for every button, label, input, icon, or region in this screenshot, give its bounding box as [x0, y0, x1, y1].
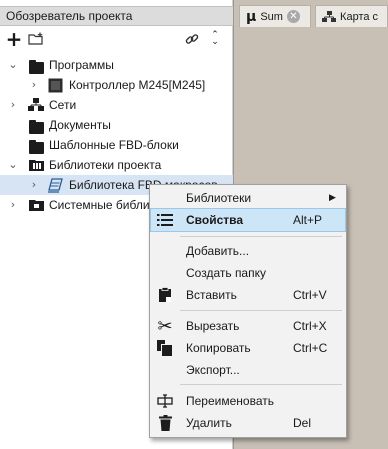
menu-item-copy[interactable]: Копировать Ctrl+C	[151, 337, 345, 359]
tab-map[interactable]: Карта с	[315, 5, 388, 27]
menu-item-label: Удалить	[186, 416, 232, 430]
tree-item-label: Контроллер M245[M245]	[69, 78, 206, 92]
submenu-arrow-icon: ▶	[329, 193, 336, 203]
sort-icon[interactable]: ⌃ ⌄	[208, 30, 222, 48]
tree-item-project-libraries[interactable]: ⌄ Библиотеки проекта	[0, 155, 233, 175]
menu-item-shortcut: Ctrl+C	[293, 341, 328, 355]
tab-label: Sum	[260, 10, 283, 23]
menu-item-add[interactable]: Добавить...	[151, 240, 345, 262]
tab-label: Карта с	[340, 10, 379, 23]
tree-item-fbd-templates[interactable]: Шаблонные FBD-блоки	[0, 135, 233, 155]
chevron-down-icon[interactable]: ⌄	[8, 59, 18, 70]
paste-icon	[156, 286, 174, 304]
menu-item-label: Вставить	[186, 288, 237, 302]
folder-icon	[29, 140, 45, 154]
menu-item-shortcut: Del	[293, 416, 312, 430]
chevron-right-icon[interactable]: ›	[8, 199, 18, 210]
network-icon	[322, 10, 337, 22]
cut-icon: ✂	[157, 315, 173, 337]
tree-item-label: Шаблонные FBD-блоки	[49, 138, 179, 152]
menu-item-label: Переименовать	[186, 394, 274, 408]
close-icon[interactable]: ✕	[286, 10, 300, 23]
delete-icon	[156, 414, 174, 432]
tree-item-programs[interactable]: ⌄ Программы	[0, 55, 233, 75]
network-icon	[28, 98, 44, 112]
menu-separator	[180, 384, 342, 385]
menu-item-delete[interactable]: Удалить Del	[151, 412, 345, 434]
menu-item-shortcut: Alt+P	[293, 213, 323, 227]
tree-item-controller[interactable]: › Контроллер M245[M245]	[0, 75, 233, 95]
rename-icon	[156, 392, 174, 410]
menu-item-label: Вырезать	[186, 319, 240, 333]
menu-item-properties[interactable]: Свойства Alt+P	[150, 208, 346, 232]
menu-separator	[180, 236, 342, 237]
folder-icon	[29, 120, 45, 134]
copy-icon	[156, 339, 174, 357]
tree-item-label: Библиотеки проекта	[49, 158, 162, 172]
menu-item-shortcut: Ctrl+V	[293, 288, 327, 302]
add-folder-icon[interactable]	[28, 30, 46, 48]
chevron-right-icon[interactable]: ›	[29, 79, 39, 90]
properties-icon	[156, 211, 174, 229]
system-folder-icon	[29, 198, 45, 212]
tree-item-label: Сети	[49, 98, 77, 112]
menu-item-cut[interactable]: ✂ Вырезать Ctrl+X	[151, 315, 345, 337]
tree-item-documents[interactable]: Документы	[0, 115, 233, 135]
menu-item-label: Создать папку	[186, 266, 266, 280]
library-icon	[47, 178, 63, 193]
menu-item-label: Добавить...	[186, 244, 250, 258]
menu-item-paste[interactable]: Вставить Ctrl+V	[151, 284, 345, 306]
context-menu: Библиотеки ▶ Свойства Alt+P Добавить... …	[149, 184, 347, 438]
menu-separator	[180, 310, 342, 311]
menu-item-label: Копировать	[186, 341, 251, 355]
panel-title: Обозреватель проекта	[0, 6, 233, 26]
tree-item-networks[interactable]: › Сети	[0, 95, 233, 115]
tree-item-label: Системные библи	[49, 198, 150, 212]
link-icon[interactable]	[183, 30, 201, 48]
folder-icon	[29, 60, 45, 74]
menu-item-rename[interactable]: Переименовать	[151, 390, 345, 412]
library-folder-icon	[29, 158, 45, 172]
tab-sum[interactable]: µ Sum ✕	[239, 5, 312, 27]
chevron-right-icon[interactable]: ›	[8, 99, 18, 110]
menu-item-label: Библиотеки	[186, 191, 252, 205]
chevron-down-icon[interactable]: ⌄	[8, 159, 18, 170]
explorer-toolbar: + ⌃ ⌄	[0, 28, 233, 50]
menu-item-label: Свойства	[186, 213, 244, 227]
tree-item-label: Документы	[49, 118, 111, 132]
menu-item-create-folder[interactable]: Создать папку	[151, 262, 345, 284]
menu-item-libraries[interactable]: Библиотеки ▶	[151, 187, 345, 209]
editor-tabs: µ Sum ✕ Карта с	[233, 5, 388, 27]
tree-item-label: Программы	[49, 58, 114, 72]
menu-item-shortcut: Ctrl+X	[293, 319, 327, 333]
add-icon[interactable]: +	[6, 29, 23, 49]
menu-item-export[interactable]: Экспорт...	[151, 359, 345, 381]
mu-icon: µ	[246, 8, 257, 25]
chevron-right-icon[interactable]: ›	[29, 179, 39, 190]
controller-icon	[48, 78, 64, 93]
menu-item-label: Экспорт...	[186, 363, 240, 377]
